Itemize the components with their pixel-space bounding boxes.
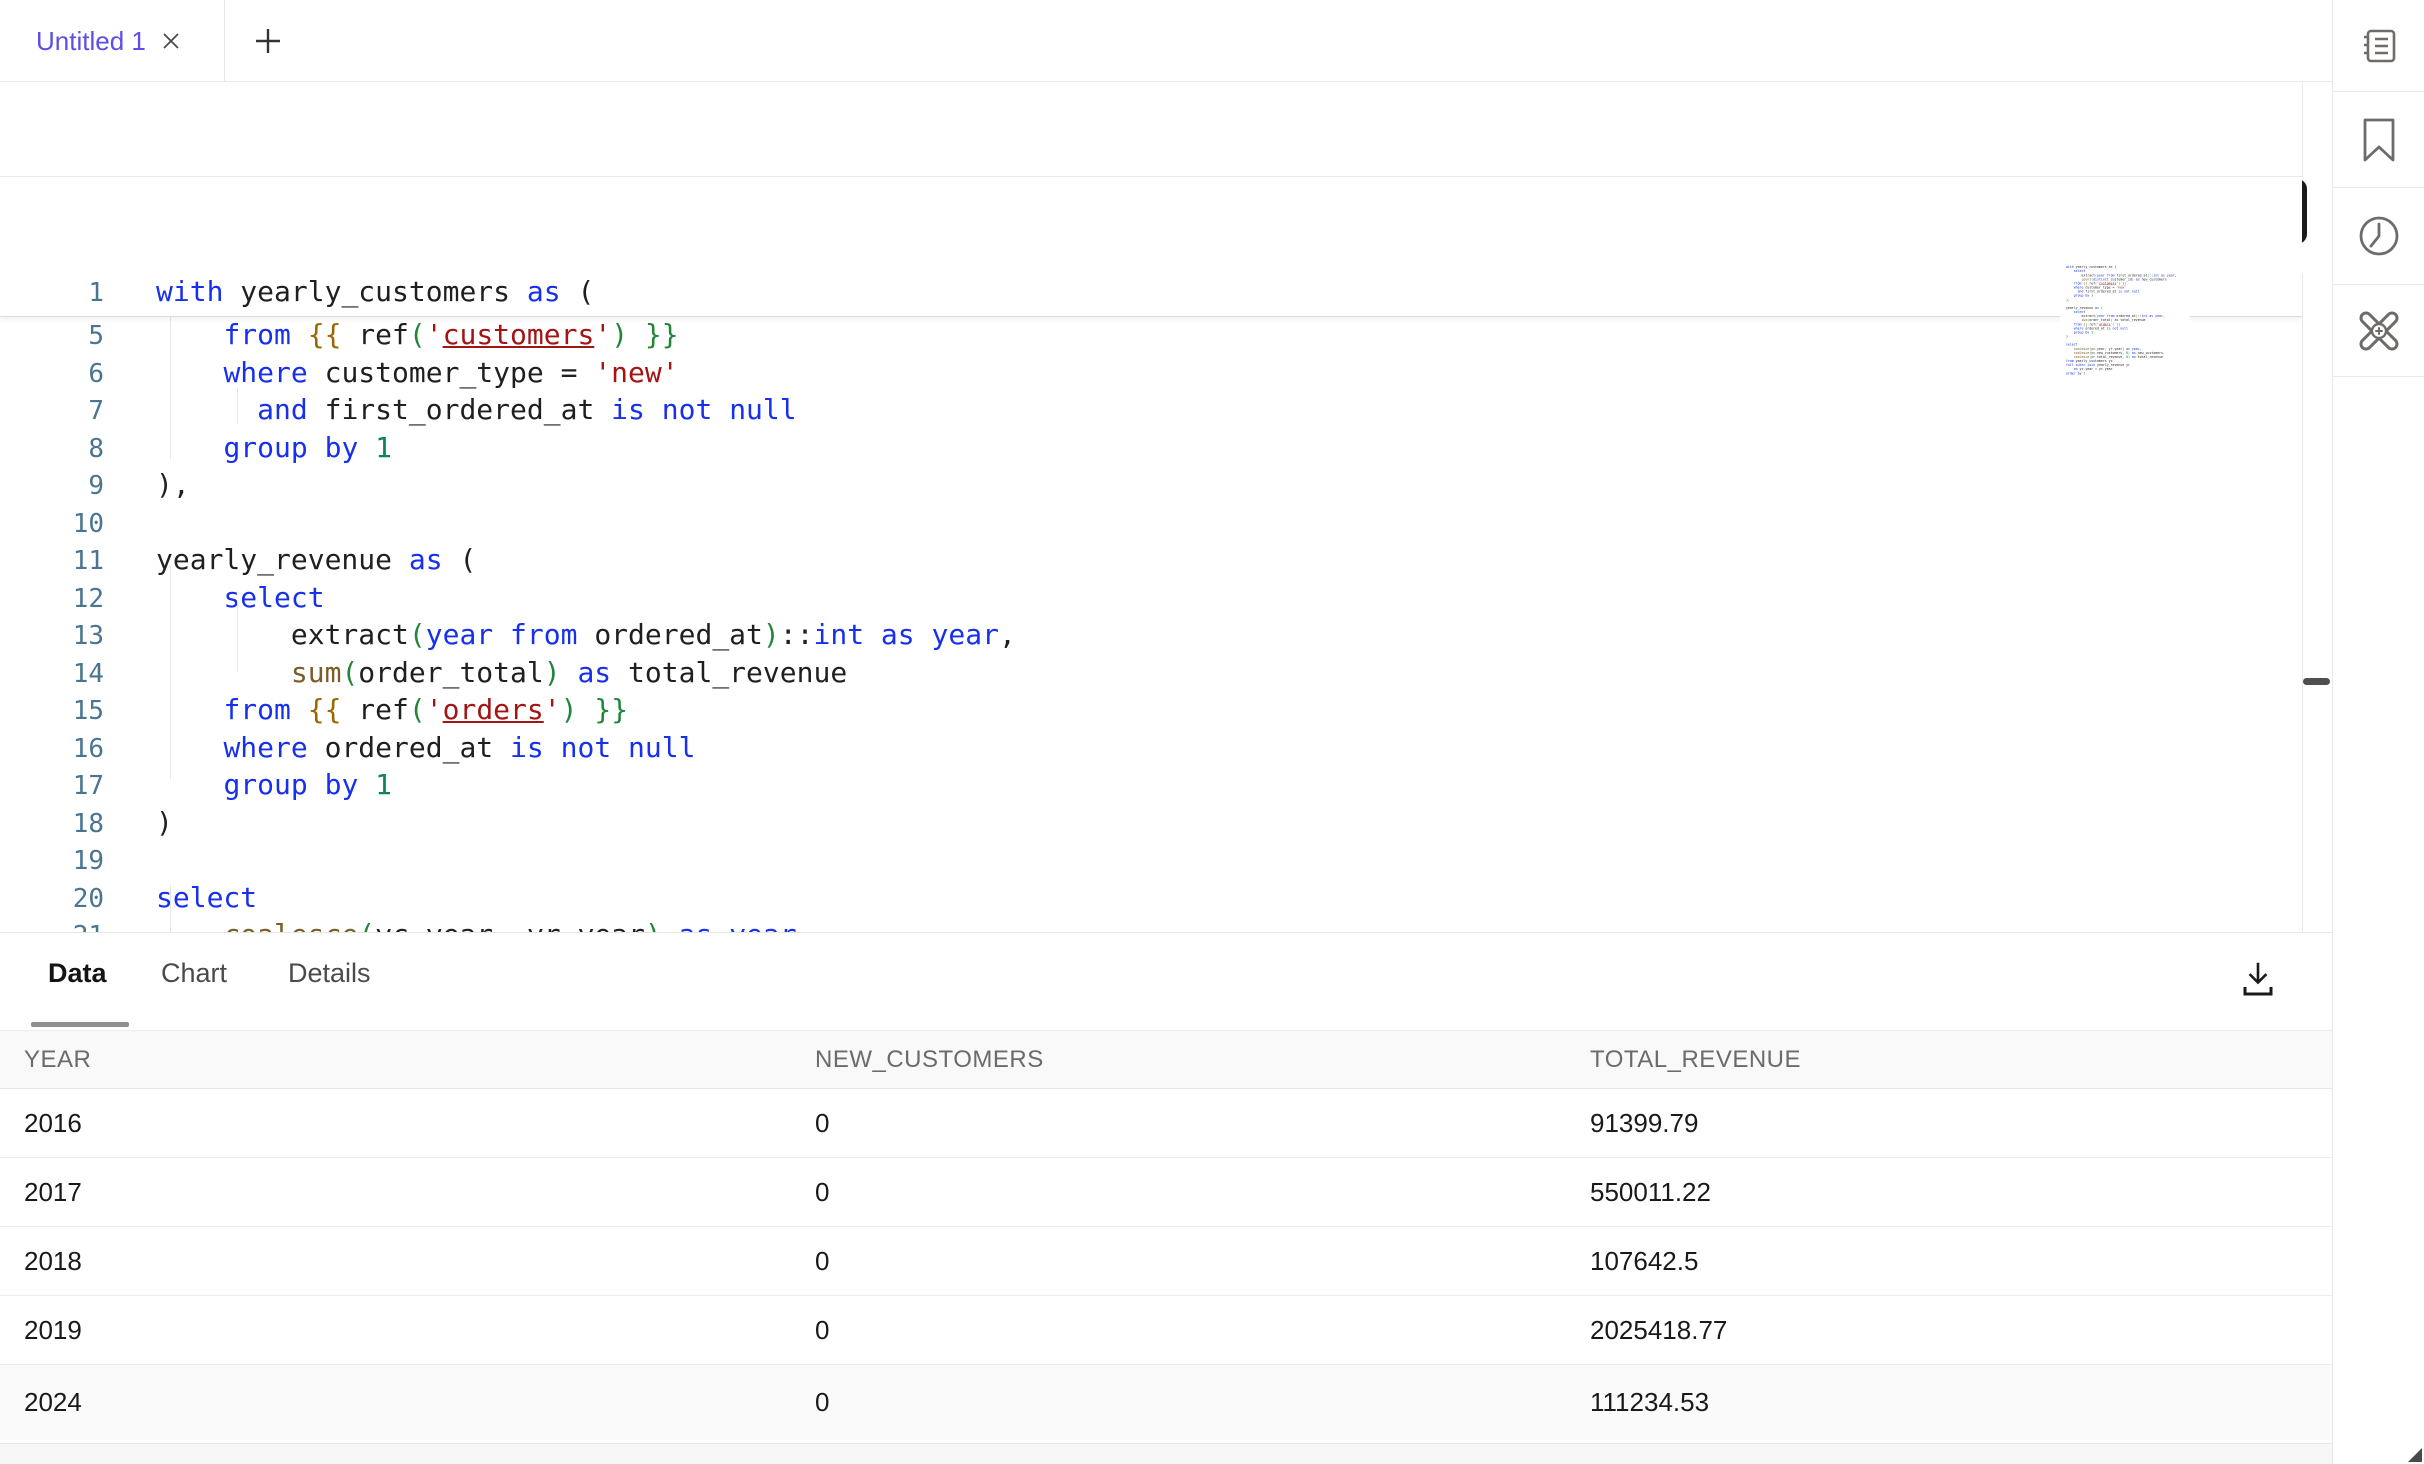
dbt-canvas-icon[interactable] bbox=[2333, 285, 2424, 377]
code-view[interactable]: 5 from {{ ref('customers') }}6 where cus… bbox=[0, 317, 2302, 932]
code-line-21: 21 coalesce(yc.year, yr.year) as year, bbox=[0, 917, 2302, 932]
code-line-13: 13 extract(year from ordered_at)::int as… bbox=[0, 617, 2302, 655]
minimap-content: with yearly_customers as ( select extrac… bbox=[2060, 265, 2187, 375]
bookmark-icon[interactable] bbox=[2333, 92, 2424, 188]
tab-details[interactable]: Details bbox=[288, 958, 371, 989]
code-line-16: 16 where ordered_at is not null bbox=[0, 730, 2302, 768]
close-icon[interactable] bbox=[160, 30, 182, 52]
cell-year: 2018 bbox=[0, 1246, 791, 1277]
table-row: 2019 0 2025418.77 bbox=[0, 1296, 2332, 1365]
table-row: 2024 0 111234.53 bbox=[0, 1365, 2332, 1440]
download-icon bbox=[2241, 961, 2275, 997]
cell-total-revenue: 107642.5 bbox=[1566, 1246, 2332, 1277]
table-row: 2017 0 550011.22 bbox=[0, 1158, 2332, 1227]
app-window: Untitled 1 Develop Run Query completed i… bbox=[0, 0, 2424, 1464]
cell-year: 2017 bbox=[0, 1177, 791, 1208]
cell-new-customers: 0 bbox=[791, 1246, 1566, 1277]
indent-guide bbox=[170, 885, 171, 932]
code-line-15: 15 from {{ ref('orders') }} bbox=[0, 692, 2302, 730]
cell-total-revenue: 91399.79 bbox=[1566, 1108, 2332, 1139]
cell-year: 2019 bbox=[0, 1315, 791, 1346]
code-line-20: 20select bbox=[0, 880, 2302, 918]
right-icon-sidebar bbox=[2332, 0, 2424, 1464]
cell-year: 2016 bbox=[0, 1108, 791, 1139]
table-row: 2018 0 107642.5 bbox=[0, 1227, 2332, 1296]
history-icon[interactable] bbox=[2333, 188, 2424, 285]
tab-chart[interactable]: Chart bbox=[161, 958, 227, 989]
tab-bar: Untitled 1 bbox=[0, 0, 2332, 82]
active-tab-underline bbox=[31, 1022, 129, 1027]
code-line-7: 7 and first_ordered_at is not null bbox=[0, 392, 2302, 430]
code-line-6: 6 where customer_type = 'new' bbox=[0, 355, 2302, 393]
tab-untitled-1[interactable]: Untitled 1 bbox=[0, 0, 225, 82]
code-line-18: 18) bbox=[0, 805, 2302, 843]
code-line-12: 12 select bbox=[0, 580, 2302, 618]
download-results-button[interactable] bbox=[2232, 953, 2284, 1005]
cell-total-revenue: 111234.53 bbox=[1566, 1387, 2332, 1418]
cell-new-customers: 0 bbox=[791, 1177, 1566, 1208]
editor-minimap[interactable]: with yearly_customers as ( select extrac… bbox=[2060, 265, 2190, 391]
panel-divider bbox=[2302, 82, 2303, 177]
cell-new-customers: 0 bbox=[791, 1315, 1566, 1346]
column-header-year: YEAR bbox=[0, 1046, 791, 1074]
results-table: YEAR NEW_CUSTOMERS TOTAL_REVENUE 2016 0 … bbox=[0, 1030, 2332, 1440]
new-tab-button[interactable] bbox=[240, 0, 296, 82]
panel-resize-handle[interactable] bbox=[2303, 678, 2330, 685]
notebook-icon[interactable] bbox=[2333, 0, 2424, 92]
horizontal-scrollbar-track[interactable] bbox=[0, 1443, 2332, 1464]
table-header-row: YEAR NEW_CUSTOMERS TOTAL_REVENUE bbox=[0, 1030, 2332, 1089]
code-line-14: 14 sum(order_total) as total_revenue bbox=[0, 655, 2302, 693]
column-header-new-customers: NEW_CUSTOMERS bbox=[791, 1046, 1566, 1074]
code-line-5: 5 from {{ ref('customers') }} bbox=[0, 317, 2302, 355]
tab-data[interactable]: Data bbox=[48, 958, 107, 989]
window-resize-grip[interactable] bbox=[2408, 1448, 2422, 1462]
cell-total-revenue: 2025418.77 bbox=[1566, 1315, 2332, 1346]
tab-label: Untitled 1 bbox=[36, 26, 146, 57]
code-line-19: 19 bbox=[0, 842, 2302, 880]
cell-new-customers: 0 bbox=[791, 1387, 1566, 1418]
table-row: 2016 0 91399.79 bbox=[0, 1089, 2332, 1158]
code-line-27: order by 1 bbox=[2060, 371, 2187, 375]
cell-year: 2024 bbox=[0, 1387, 791, 1418]
results-tab-bar: Data Chart Details bbox=[0, 933, 2332, 1030]
code-line-1: 1with yearly_customers as ( bbox=[0, 274, 594, 312]
plus-icon bbox=[253, 26, 283, 56]
cell-new-customers: 0 bbox=[791, 1108, 1566, 1139]
indent-guide bbox=[170, 317, 171, 459]
toolbar: Develop Run bbox=[0, 82, 2302, 177]
sql-editor[interactable]: 1with yearly_customers as ( 5 from {{ re… bbox=[0, 177, 2302, 932]
indent-guide bbox=[237, 388, 238, 424]
indent-guide bbox=[170, 565, 171, 779]
indent-guide bbox=[237, 601, 238, 672]
code-line-9: 9), bbox=[0, 467, 2302, 505]
column-header-total-revenue: TOTAL_REVENUE bbox=[1566, 1046, 2332, 1074]
code-line-10: 10 bbox=[0, 505, 2302, 543]
code-line-11: 11yearly_revenue as ( bbox=[0, 542, 2302, 580]
panel-divider bbox=[2302, 273, 2303, 932]
code-line-8: 8 group by 1 bbox=[0, 430, 2302, 468]
cell-total-revenue: 550011.22 bbox=[1566, 1177, 2332, 1208]
code-line-17: 17 group by 1 bbox=[0, 767, 2302, 805]
sticky-scroll-line: 1with yearly_customers as ( bbox=[0, 270, 2302, 317]
